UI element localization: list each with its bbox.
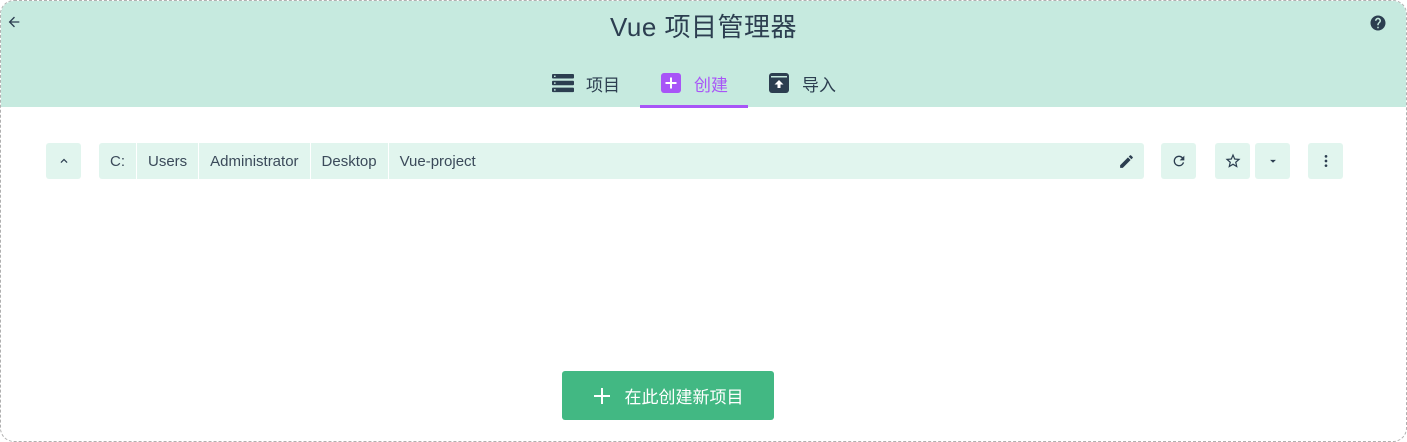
- tab-import[interactable]: 导入: [748, 61, 856, 107]
- pencil-icon: [1119, 154, 1133, 168]
- breadcrumb-item[interactable]: C:: [99, 143, 137, 179]
- breadcrumb-item[interactable]: Administrator: [199, 143, 311, 179]
- more-options-button[interactable]: [1308, 143, 1343, 179]
- create-project-here-button[interactable]: 在此创建新项目: [562, 371, 774, 420]
- chevron-up-icon: [60, 158, 67, 163]
- breadcrumb-item[interactable]: Vue-project: [389, 143, 487, 179]
- breadcrumb-item[interactable]: Desktop: [311, 143, 389, 179]
- help-button[interactable]: [1368, 13, 1388, 33]
- header: Vue 项目管理器 项目 创建 导入: [1, 1, 1406, 108]
- add-box-icon: [660, 72, 682, 94]
- page-title: Vue 项目管理器: [609, 12, 798, 42]
- plus-icon: [593, 387, 611, 405]
- unarchive-icon: [768, 72, 790, 94]
- favorites-dropdown-button[interactable]: [1255, 143, 1290, 179]
- path-breadcrumb: C: Users Administrator Desktop Vue-proje…: [99, 143, 1144, 179]
- list-icon: [552, 72, 574, 94]
- breadcrumb-item[interactable]: Users: [137, 143, 200, 179]
- more-vert-icon: [1324, 155, 1327, 167]
- main-tabs: 项目 创建 导入: [532, 61, 856, 108]
- tab-create[interactable]: 创建: [640, 61, 748, 108]
- refresh-icon: [1173, 155, 1184, 167]
- tab-label: 创建: [694, 75, 728, 95]
- caret-down-icon: [1269, 159, 1276, 163]
- refresh-button[interactable]: [1161, 143, 1196, 179]
- star-outline-icon: [1225, 153, 1240, 168]
- edit-path-button[interactable]: [1108, 143, 1144, 179]
- create-button-label: 在此创建新项目: [624, 388, 744, 407]
- parent-folder-button[interactable]: [46, 143, 81, 179]
- app-window: Vue 项目管理器 项目 创建 导入 C: Users Administrato…: [0, 0, 1407, 442]
- favorite-button[interactable]: [1215, 143, 1250, 179]
- help-circle-icon: [1370, 15, 1386, 31]
- tab-label: 项目: [586, 75, 620, 95]
- tab-projects[interactable]: 项目: [532, 61, 640, 107]
- tab-label: 导入: [802, 75, 836, 95]
